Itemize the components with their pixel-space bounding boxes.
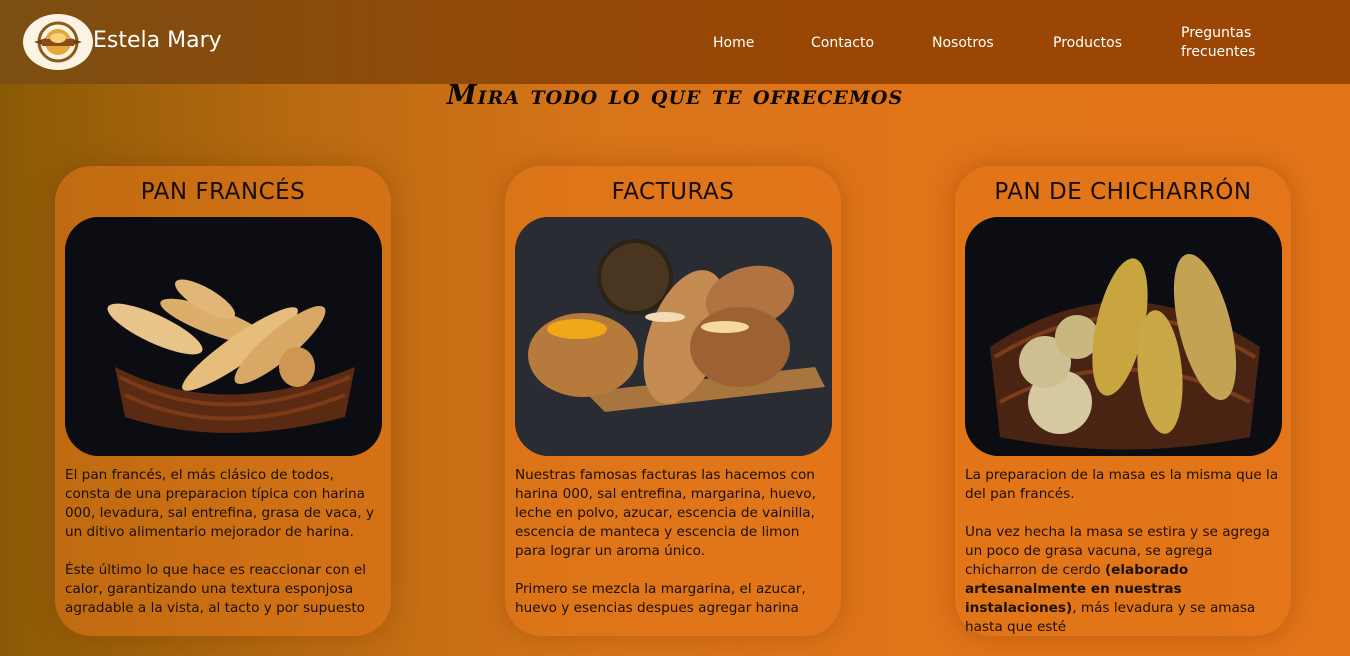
card-title: FACTURAS xyxy=(611,179,735,205)
product-card-pan-frances: PAN FRANCÉS El pan francés, el más clási… xyxy=(55,166,391,636)
nav-contacto[interactable]: Contacto xyxy=(811,34,874,53)
card-paragraph-2: Primero se mezcla la margarina, el azuca… xyxy=(515,581,806,616)
page-headline: Mira todo lo que te ofrecemos xyxy=(446,80,904,111)
card-description: El pan francés, el más clásico de todos,… xyxy=(65,466,383,637)
card-description: La preparacion de la masa es la misma qu… xyxy=(965,466,1283,656)
nav-home[interactable]: Home xyxy=(713,34,754,53)
card-title: PAN FRANCÉS xyxy=(140,179,306,205)
card-paragraph-1: La preparacion de la masa es la misma qu… xyxy=(965,467,1279,502)
card-paragraph-2: Éste último lo que hace es reaccionar co… xyxy=(65,562,367,616)
nav-faq-line1: Preguntas xyxy=(1181,25,1252,41)
product-photo-pan-frances xyxy=(65,217,382,456)
nav-productos[interactable]: Productos xyxy=(1053,34,1122,53)
product-card-pan-de-chicharron: PAN DE CHICHARRÓN La preparacion de la m… xyxy=(955,166,1291,636)
nav-faq[interactable]: Preguntas frecuentes xyxy=(1181,24,1255,62)
nav-nosotros[interactable]: Nosotros xyxy=(932,34,994,53)
product-photo-pan-de-chicharron xyxy=(965,217,1282,456)
brand-name[interactable]: Estela Mary xyxy=(93,28,222,53)
product-photo-facturas xyxy=(515,217,832,456)
nav-faq-line2: frecuentes xyxy=(1181,44,1256,60)
card-title: PAN DE CHICHARRÓN xyxy=(994,179,1252,205)
product-card-facturas: FACTURAS Nuestras famosas facturas las h… xyxy=(505,166,841,636)
card-paragraph-1: Nuestras famosas facturas las hacemos co… xyxy=(515,467,816,559)
navbar: Estela Mary Home Contacto Nosotros Produ… xyxy=(0,0,1350,84)
brand-logo[interactable] xyxy=(23,14,93,70)
card-description: Nuestras famosas facturas las hacemos co… xyxy=(515,466,833,637)
card-paragraph-2: Una vez hecha la masa se estira y se agr… xyxy=(965,523,1283,637)
card-paragraph-1: El pan francés, el más clásico de todos,… xyxy=(65,467,374,540)
